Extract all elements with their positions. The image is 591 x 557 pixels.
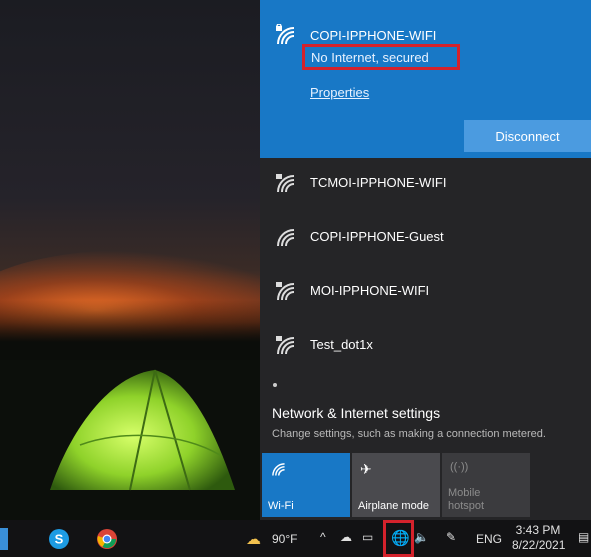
- airplane-mode-toggle[interactable]: ✈ Airplane mode: [352, 453, 440, 517]
- onedrive-icon[interactable]: ☁: [340, 530, 352, 544]
- skype-icon[interactable]: S: [48, 528, 70, 550]
- status-highlight-box: No Internet, secured: [302, 44, 460, 70]
- connected-network-tile[interactable]: COPI-IPPHONE-WIFI No Internet, secured P…: [260, 0, 591, 158]
- wifi-open-icon: [277, 229, 295, 247]
- disconnect-button[interactable]: Disconnect: [464, 120, 591, 152]
- properties-link[interactable]: Properties: [310, 85, 369, 100]
- clock-time: 3:43 PM: [515, 523, 561, 537]
- wifi-toggle-label: Wi-Fi: [268, 500, 294, 512]
- network-list-item[interactable]: COPI-IPPHONE-Guest: [260, 212, 591, 262]
- wifi-toggle[interactable]: Wi-Fi: [262, 453, 350, 517]
- clock-date: 8/22/2021: [512, 538, 566, 552]
- chrome-icon[interactable]: [96, 528, 118, 550]
- weather-icon: ☁: [246, 531, 261, 548]
- svg-text:S: S: [55, 532, 64, 547]
- weather-temperature[interactable]: 90°F: [272, 532, 297, 546]
- volume-icon[interactable]: 🔈: [414, 530, 429, 544]
- airplane-mode-label: Airplane mode: [358, 500, 429, 512]
- connected-ssid: COPI-IPPHONE-WIFI: [310, 28, 437, 43]
- wifi-secured-icon: [276, 24, 295, 45]
- more-networks-indicator: [273, 383, 277, 387]
- edge-app-icon[interactable]: [0, 528, 8, 550]
- network-ssid: TCMOI-IPPHONE-WIFI: [310, 175, 447, 190]
- clock[interactable]: 3:43 PM 8/22/2021: [512, 523, 566, 553]
- tent-image: [50, 369, 235, 491]
- network-icon-highlight-box: [383, 520, 414, 557]
- network-list-item[interactable]: MOI-IPPHONE-WIFI: [260, 266, 591, 316]
- wifi-secured-icon: [276, 282, 295, 301]
- network-list-item[interactable]: Test_dot1x: [260, 320, 591, 370]
- network-settings-description: Change settings, such as making a connec…: [272, 428, 546, 440]
- network-ssid: MOI-IPPHONE-WIFI: [310, 283, 430, 298]
- network-ssid: Test_dot1x: [310, 337, 373, 352]
- wifi-secured-icon: [276, 174, 295, 193]
- wifi-secured-icon: [276, 336, 295, 355]
- network-settings-link[interactable]: Network & Internet settings: [272, 405, 440, 421]
- wifi-icon: [272, 463, 285, 476]
- language-indicator[interactable]: ENG: [476, 532, 502, 546]
- battery-icon[interactable]: ▭: [362, 530, 373, 544]
- screen: COPI-IPPHONE-WIFI No Internet, secured P…: [0, 0, 591, 557]
- notifications-icon[interactable]: ▤: [578, 530, 589, 544]
- mobile-hotspot-toggle[interactable]: ((·)) Mobile hotspot: [442, 453, 530, 517]
- desktop-wallpaper: [0, 0, 260, 520]
- taskbar: S ☁ 90°F ^ ☁ ▭ 🌐 🔈 ✎ ENG 3:43 PM 8/22/20…: [0, 520, 591, 557]
- connection-status: No Internet, secured: [311, 50, 429, 65]
- mobile-hotspot-label: Mobile hotspot: [448, 487, 485, 512]
- pen-icon[interactable]: ✎: [446, 530, 456, 544]
- network-list-item[interactable]: TCMOI-IPPHONE-WIFI: [260, 158, 591, 208]
- network-ssid: COPI-IPPHONE-Guest: [310, 229, 444, 244]
- airplane-icon: ✈: [360, 461, 372, 477]
- network-flyout: COPI-IPPHONE-WIFI No Internet, secured P…: [260, 0, 591, 520]
- hotspot-icon: ((·)): [450, 461, 469, 473]
- show-hidden-icons-chevron[interactable]: ^: [320, 530, 326, 544]
